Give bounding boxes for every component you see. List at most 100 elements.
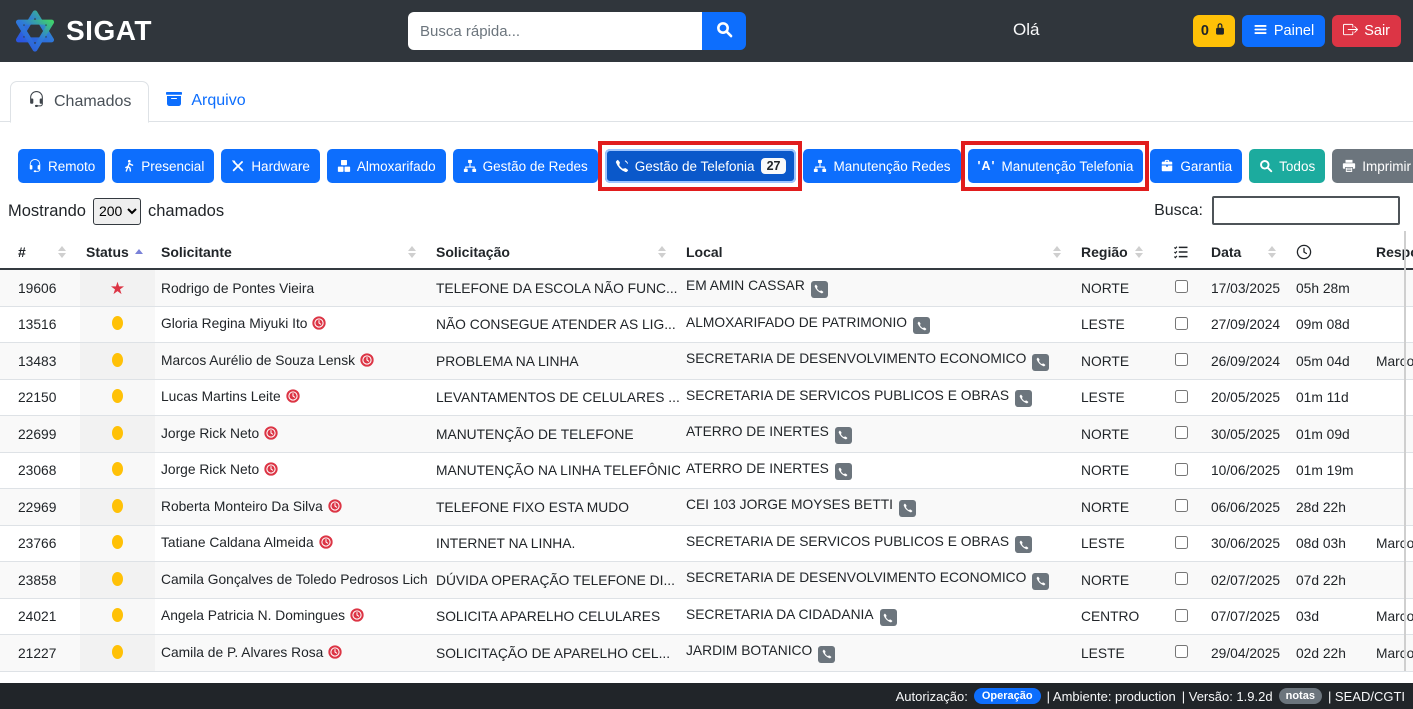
filter-almoxarifado-button[interactable]: Almoxarifado <box>326 149 446 183</box>
row-checkbox[interactable] <box>1174 316 1188 330</box>
header-tempo[interactable] <box>1290 235 1370 271</box>
row-checkbox[interactable] <box>1174 426 1188 440</box>
phone-badge-icon[interactable] <box>1015 536 1033 554</box>
local-text: SECRETARIA DE DESENVOLVIMENTO ECONOMICO <box>686 570 1027 586</box>
table-row[interactable]: 19606 ★ Rodrigo de Pontes Vieira TELEFON… <box>0 269 1413 307</box>
row-checkbox[interactable] <box>1174 462 1188 476</box>
phone-badge-icon[interactable] <box>810 280 828 298</box>
filter-gestao-redes-button[interactable]: Gestão de Redes <box>452 149 598 183</box>
phone-badge-icon[interactable] <box>899 499 917 517</box>
phone-badge-icon[interactable] <box>913 317 931 335</box>
phone-badge-icon[interactable] <box>834 463 852 481</box>
row-checkbox[interactable] <box>1174 389 1188 403</box>
sort-icons[interactable] <box>1135 245 1143 258</box>
filter-manutencao-telefonia-button[interactable]: 'A' Manutenção Telefonia <box>967 149 1144 183</box>
lock-count-button[interactable]: 0 <box>1192 15 1235 47</box>
phone-badge-icon[interactable] <box>1015 390 1033 408</box>
row-checkbox[interactable] <box>1174 572 1188 586</box>
filter-label: Imprimir <box>1362 158 1411 174</box>
solicitacao-text: TELEFONE FIXO ESTA MUDO <box>436 499 629 515</box>
filter-label: Garantia <box>1180 158 1233 174</box>
filter-garantia-button[interactable]: Garantia <box>1150 149 1243 183</box>
ticket-id: 23858 <box>0 561 80 599</box>
phone-badge-icon[interactable] <box>818 645 836 663</box>
quick-search-button[interactable] <box>702 12 746 50</box>
imprimir-button[interactable]: Imprimir <box>1332 149 1413 183</box>
solicitacao-cell: INTERNET NA LINHA. <box>430 525 680 563</box>
data-cell: 02/07/2025 <box>1205 561 1290 599</box>
header-solicitacao[interactable]: Solicitação <box>430 235 680 271</box>
table-row[interactable]: 22699 Jorge Rick Neto MANUTENÇÃO DE TELE… <box>0 415 1413 453</box>
header-local[interactable]: Local <box>680 235 1075 271</box>
filter-todos-button[interactable]: Todos <box>1249 149 1326 183</box>
status-cell: ★ <box>80 269 155 307</box>
header-data[interactable]: Data <box>1205 235 1290 271</box>
sort-icons[interactable] <box>408 245 416 258</box>
table-row[interactable]: 23858 Camila Gonçalves de Toledo Pedroso… <box>0 561 1413 599</box>
sair-button[interactable]: Sair <box>1332 15 1401 47</box>
table-row[interactable]: 13483 Marcos Aurélio de Souza Lensk PROB… <box>0 342 1413 380</box>
brand[interactable]: SIGAT <box>14 10 152 52</box>
filter-gestao-telefonia-button[interactable]: Gestão de Telefonia 27 <box>604 149 797 183</box>
greeting-text: Olá <box>1013 20 1040 39</box>
sort-icons[interactable] <box>1053 245 1061 258</box>
header-id[interactable]: # <box>0 235 80 271</box>
phone-badge-icon[interactable] <box>834 426 852 444</box>
filter-hardware-button[interactable]: Hardware <box>221 149 320 183</box>
row-checkbox[interactable] <box>1174 645 1188 659</box>
sort-icons[interactable] <box>658 245 666 258</box>
phone-badge-icon[interactable] <box>1032 353 1050 371</box>
select-cell <box>1157 598 1205 636</box>
filter-label: Todos <box>1279 158 1316 174</box>
table-row[interactable]: 13516 Gloria Regina Miyuki Ito NÃO CONSE… <box>0 306 1413 344</box>
header-responsavel[interactable]: Responsável <box>1370 235 1413 271</box>
autorizacao-label: Autorização: <box>895 688 968 704</box>
row-checkbox[interactable] <box>1174 280 1188 294</box>
page-size-select[interactable]: 200 <box>92 197 141 225</box>
sort-icons[interactable] <box>1268 245 1276 258</box>
filter-manutencao-redes-button[interactable]: Manutenção Redes <box>803 149 961 183</box>
header-status[interactable]: Status <box>80 235 155 271</box>
row-checkbox[interactable] <box>1174 499 1188 513</box>
header-select[interactable] <box>1157 235 1205 271</box>
sort-icons[interactable] <box>58 245 66 258</box>
select-cell <box>1157 488 1205 526</box>
table-row[interactable]: 23766 Tatiane Caldana Almeida INTERNET N… <box>0 525 1413 563</box>
solicitante-name: Rodrigo de Pontes Vieira <box>161 280 315 296</box>
table-row[interactable]: 23068 Jorge Rick Neto MANUTENÇÃO NA LINH… <box>0 452 1413 490</box>
row-checkbox[interactable] <box>1174 608 1188 622</box>
filter-label: Almoxarifado <box>356 158 436 174</box>
phone-badge-icon[interactable] <box>1032 572 1050 590</box>
row-checkbox[interactable] <box>1174 353 1188 367</box>
solicitante-name: Lucas Martins Leite <box>161 389 281 405</box>
select-cell <box>1157 415 1205 453</box>
responsavel-cell: Marcos A <box>1370 634 1413 672</box>
table-row[interactable]: 22150 Lucas Martins Leite LEVANTAMENTOS … <box>0 379 1413 417</box>
tab-arquivo[interactable]: Arquivo <box>149 80 262 122</box>
notas-badge[interactable]: notas <box>1278 688 1322 704</box>
filter-presencial-button[interactable]: Presencial <box>112 149 215 183</box>
sort-asc-icon[interactable] <box>134 249 143 255</box>
main-tabs: Chamados Arquivo <box>0 80 1413 123</box>
manutencao-telefonia-annotated: 'A' Manutenção Telefonia <box>960 141 1150 191</box>
row-checkbox[interactable] <box>1174 535 1188 549</box>
solicitante-name: Jorge Rick Neto <box>161 425 260 441</box>
table-search-input[interactable] <box>1212 196 1400 225</box>
header-regiao[interactable]: Região <box>1075 235 1157 271</box>
solicitacao-cell: LEVANTAMENTOS DE CELULARES ... <box>430 379 680 417</box>
header-solicitante[interactable]: Solicitante <box>155 235 430 271</box>
phone-badge-icon[interactable] <box>879 609 897 627</box>
table-row[interactable]: 24021 Angela Patricia N. Domingues SOLIC… <box>0 598 1413 636</box>
tempo-text: 01m 11d <box>1296 390 1349 406</box>
table-row[interactable]: 21227 Camila de P. Alvares Rosa SOLICITA… <box>0 634 1413 672</box>
tab-chamados[interactable]: Chamados <box>10 81 150 123</box>
solicitante-name: Angela Patricia N. Domingues <box>161 608 346 624</box>
local-text: CEI 103 JORGE MOYSES BETTI <box>686 497 894 513</box>
filter-remoto-button[interactable]: Remoto <box>18 149 106 183</box>
sair-label: Sair <box>1364 23 1390 39</box>
responsavel-cell <box>1370 269 1413 307</box>
table-row[interactable]: 22969 Roberta Monteiro Da Silva TELEFONE… <box>0 488 1413 526</box>
painel-button[interactable]: Painel <box>1241 15 1326 47</box>
quick-search-input[interactable] <box>408 12 702 50</box>
ticket-id: 19606 <box>0 269 80 307</box>
